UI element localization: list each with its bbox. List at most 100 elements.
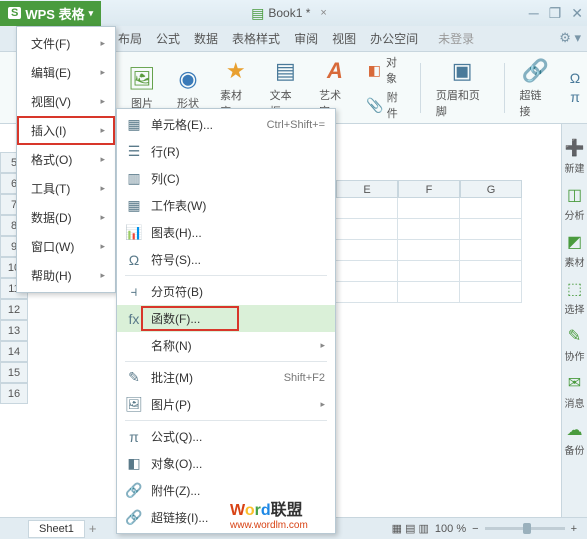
- row-header[interactable]: 14: [0, 341, 28, 362]
- menu-item-icon: 🔗: [125, 482, 143, 499]
- document-name: Book1 *: [268, 6, 310, 20]
- insert-menu-item[interactable]: 🔗超链接(I)...: [117, 504, 335, 531]
- file-menu-item[interactable]: 工具(T)▸: [17, 174, 115, 203]
- close-button[interactable]: ✕: [571, 5, 583, 22]
- menu-formula[interactable]: 公式: [156, 30, 180, 47]
- insert-menu-item[interactable]: 🔗 附件(Z)...: [117, 477, 335, 504]
- insert-menu-item[interactable]: fx函数(F)...: [117, 305, 335, 332]
- column-header[interactable]: F: [398, 180, 460, 198]
- insert-menu-item[interactable]: π公式(Q)...: [117, 423, 335, 450]
- insert-menu-item[interactable]: ▥列(C): [117, 165, 335, 192]
- menu-view[interactable]: 视图: [332, 30, 356, 47]
- ribbon-separator: [504, 63, 505, 113]
- shapes-icon: ◉: [174, 65, 202, 93]
- menu-item-icon: ☰: [125, 143, 143, 160]
- menu-review[interactable]: 审阅: [294, 30, 318, 47]
- insert-menu-item[interactable]: 🖼图片(P)▸: [117, 391, 335, 418]
- file-menu-item[interactable]: 插入(I)▸: [17, 116, 115, 145]
- sidebar-item[interactable]: ⬚选择: [565, 279, 585, 316]
- file-menu: 文件(F)▸编辑(E)▸视图(V)▸插入(I)▸格式(O)▸工具(T)▸数据(D…: [16, 26, 116, 293]
- insert-menu-item[interactable]: ▦单元格(E)...Ctrl+Shift+=: [117, 111, 335, 138]
- sidebar-item-label: 协作: [565, 348, 585, 363]
- restore-button[interactable]: ❐: [549, 5, 562, 22]
- menu-item-label: 工作表(W): [151, 197, 206, 214]
- insert-menu-item[interactable]: ☰行(R): [117, 138, 335, 165]
- image-icon: 🖼: [128, 65, 156, 93]
- sidebar-item-icon: ⬚: [567, 279, 582, 299]
- login-status[interactable]: 未登录: [438, 30, 474, 47]
- close-tab-icon[interactable]: ×: [320, 7, 326, 19]
- sidebar-item-label: 备份: [565, 442, 585, 457]
- column-headers: E F G: [336, 180, 522, 198]
- cells-grid[interactable]: [336, 198, 522, 303]
- menu-item-icon: ◧: [125, 455, 143, 472]
- menu-item-label: 公式(Q)...: [151, 428, 202, 445]
- column-header[interactable]: G: [460, 180, 522, 198]
- file-menu-item[interactable]: 文件(F)▸: [17, 29, 115, 58]
- column-header[interactable]: E: [336, 180, 398, 198]
- sidebar-item[interactable]: ✉消息: [565, 373, 585, 410]
- ribbon-shapes-button[interactable]: ◉形状: [168, 63, 208, 113]
- file-menu-item[interactable]: 窗口(W)▸: [17, 232, 115, 261]
- ribbon-image-button[interactable]: 🖼图片: [122, 63, 162, 113]
- menu-item-label: 附件(Z)...: [151, 482, 200, 499]
- menu-data[interactable]: 数据: [194, 30, 218, 47]
- sidebar-item[interactable]: ◩素材: [565, 232, 585, 269]
- sidebar-item[interactable]: ➕新建: [565, 138, 585, 175]
- sidebar-item-icon: ✉: [568, 373, 581, 393]
- row-header[interactable]: 16: [0, 383, 28, 404]
- menu-tablestyle[interactable]: 表格样式: [232, 30, 280, 47]
- insert-menu-item[interactable]: Ω符号(S)...: [117, 246, 335, 273]
- row-header[interactable]: 12: [0, 299, 28, 320]
- submenu-arrow-icon: ▸: [100, 241, 105, 252]
- menu-item-label: 插入(I): [31, 122, 66, 139]
- submenu-arrow-icon: ▸: [100, 154, 105, 165]
- add-sheet-button[interactable]: +: [89, 521, 97, 536]
- menu-item-icon: 🔗: [125, 509, 143, 526]
- row-header[interactable]: 15: [0, 362, 28, 383]
- zoom-slider[interactable]: [485, 527, 565, 530]
- insert-menu-item[interactable]: ▦工作表(W): [117, 192, 335, 219]
- menu-item-label: 数据(D): [31, 209, 72, 226]
- minimize-button[interactable]: ─: [529, 5, 539, 22]
- sidebar-item[interactable]: ☁备份: [565, 420, 585, 457]
- zoom-in-button[interactable]: +: [571, 523, 577, 535]
- app-menu-button[interactable]: S WPS 表格 ▾: [0, 1, 101, 26]
- ribbon-hyperlink-button[interactable]: 🔗超链接: [513, 55, 557, 121]
- file-menu-item[interactable]: 编辑(E)▸: [17, 58, 115, 87]
- titlebar: S WPS 表格 ▾ ▤ Book1 * × ─ ❐ ✕: [0, 0, 587, 26]
- file-menu-item[interactable]: 帮助(H)▸: [17, 261, 115, 290]
- menu-item-label: 视图(V): [31, 93, 71, 110]
- menu-layout[interactable]: 布局: [118, 30, 142, 47]
- ribbon-attachment-button[interactable]: 📎附件: [367, 89, 407, 121]
- row-header[interactable]: 13: [0, 320, 28, 341]
- view-mode-icons[interactable]: ▦ ▤ ▥: [392, 522, 429, 535]
- zoom-value: 100 %: [435, 523, 466, 535]
- ribbon-omega-button[interactable]: Ω: [567, 70, 583, 86]
- file-menu-item[interactable]: 视图(V)▸: [17, 87, 115, 116]
- insert-menu-item[interactable]: ◧对象(O)...: [117, 450, 335, 477]
- ribbon-object-group: ◧对象 📎附件: [363, 52, 411, 123]
- file-menu-item[interactable]: 格式(O)▸: [17, 145, 115, 174]
- menu-item-icon: 🖼: [125, 396, 143, 413]
- document-tab[interactable]: ▤ Book1 * ×: [251, 5, 327, 22]
- settings-icon[interactable]: ⚙ ▾: [559, 30, 581, 46]
- menu-item-label: 名称(N): [151, 337, 192, 354]
- insert-menu-item[interactable]: ✎批注(M)Shift+F2: [117, 364, 335, 391]
- sheet-tab[interactable]: Sheet1: [28, 520, 85, 538]
- zoom-out-button[interactable]: −: [472, 523, 478, 535]
- ribbon-object-button[interactable]: ◧对象: [367, 54, 407, 86]
- menu-separator: [125, 275, 327, 276]
- menu-item-label: 列(C): [151, 170, 180, 187]
- sidebar-item[interactable]: ✎协作: [565, 326, 585, 363]
- menu-office[interactable]: 办公空间: [370, 30, 418, 47]
- insert-menu-item[interactable]: 📊图表(H)...: [117, 219, 335, 246]
- sidebar-item[interactable]: ◫分析: [565, 185, 585, 222]
- ribbon-pi-button[interactable]: π: [567, 89, 583, 105]
- menu-item-label: 单元格(E)...: [151, 116, 213, 133]
- file-menu-item[interactable]: 数据(D)▸: [17, 203, 115, 232]
- insert-menu-item[interactable]: 名称(N)▸: [117, 332, 335, 359]
- ribbon-headerfooter-button[interactable]: ▣页眉和页脚: [430, 55, 495, 121]
- insert-menu-item[interactable]: ⫞分页符(B): [117, 278, 335, 305]
- menu-item-label: 帮助(H): [31, 267, 72, 284]
